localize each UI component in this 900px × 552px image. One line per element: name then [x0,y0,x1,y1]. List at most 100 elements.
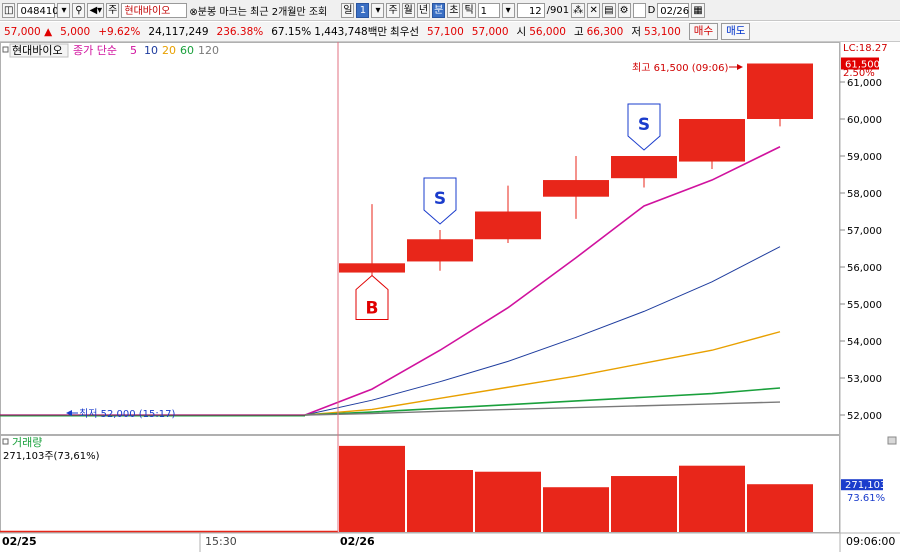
low-annotation: 최저 52,000 (15:17) [79,408,175,420]
candle-body [679,119,745,162]
notice-label: 분봉 마크는 최근 2개월만 조회 [197,6,328,18]
stock-type-icon[interactable]: 주 [106,2,120,18]
price-chart[interactable]: B S S 271,103 73.61% 52,000 53,000 54,000 55,0… [0,42,900,552]
tab-minute[interactable]: 분 [432,2,446,18]
trade-volume: 24,117,249 [148,25,209,38]
y-tick-label: 58,000 [847,189,882,200]
save-icon[interactable]: ▤ [602,2,616,18]
y-tick-label: 54,000 [847,337,882,348]
volume-bar [611,476,677,532]
y-tick-label: 52,000 [847,411,882,422]
period-value[interactable]: 1 [356,2,370,18]
tab-week[interactable]: 주 [386,2,400,18]
volume-ratio: 236.38% [216,25,264,38]
x-label-mid: 15:30 [205,535,237,548]
axis-layer: 52,000 53,000 54,000 55,000 56,000 57,000 58,0… [840,57,882,422]
count-input[interactable]: 12 [516,2,545,18]
open-label: 시 [516,26,527,38]
legend-ma20: 20 [162,44,176,57]
volume-last-pct: 73.61% [847,493,885,504]
candle-body [407,239,473,262]
candle-body [339,263,405,273]
crosshair-icon[interactable]: ✕ [587,2,601,18]
tab-month[interactable]: 월 [401,2,415,18]
sell-marker-label: S [638,115,650,135]
calendar-icon[interactable]: ▦ [691,2,705,18]
sell-marker-label: S [434,189,446,209]
y-tick-label: 61,000 [847,78,882,89]
notice-text: ⊗분봉 마크는 최근 2개월만 조회 [189,6,328,18]
candle-body [611,156,677,179]
y-tick-label: 59,000 [847,152,882,163]
volume-bar [475,471,541,532]
open-price: 56,000 [529,25,566,38]
current-price: 57,000 ▲ [4,26,52,38]
gear-icon[interactable]: ⚙ [617,2,631,18]
high-annotation: 최고 61,500 (09:06) [632,62,728,74]
legend-ma5: 5 [130,44,137,57]
candle-body [475,211,541,240]
date-checkbox-label: D [647,4,656,16]
legend-ma120: 120 [198,44,219,57]
legend-ma10: 10 [144,44,158,57]
y-tick-label: 60,000 [847,115,882,126]
high-price: 66,300 [586,25,624,38]
tab-year[interactable]: 년 [416,2,431,18]
candle-body [543,180,609,197]
period-dropdown-icon[interactable]: ▾ [371,2,385,18]
tab-second[interactable]: 초 [447,2,461,18]
interval-input[interactable]: 1 [477,2,500,18]
volume-title: 거래량 [12,436,42,449]
price-panel [0,42,840,435]
price-change-pct: +9.62% [98,25,141,38]
high-label: 고 [573,26,584,38]
volume-summary: 271,103주(73,61%) [3,451,100,462]
volume-last-label: 271,103 [845,480,886,491]
y-tick-label: 57,000 [847,226,882,237]
y-tick-label: 56,000 [847,263,882,274]
tool-icon[interactable]: ⁂ [571,2,586,18]
interval-dropdown-icon[interactable]: ▾ [501,2,515,18]
legend: 현대바이오 종가 단순 5 10 20 60 120 [2,43,219,58]
speaker-icon[interactable]: ◀▾ [87,2,105,18]
volume-bar [543,487,609,532]
date-input[interactable]: 02/26 [657,2,690,18]
count-total: /901 [546,4,570,16]
current-price-value: 57,000 [4,25,41,38]
legend-stock-name: 현대바이오 [12,44,63,57]
y-top-label: LC:18.27 [843,43,888,54]
buy-marker-label: B [366,299,379,319]
window-icon[interactable]: ◫ [2,2,16,18]
code-input[interactable]: 048410 [17,2,59,18]
stock-name-field[interactable]: 현대바이오 [121,2,188,18]
tab-tick[interactable]: 틱 [462,2,476,18]
date-checkbox[interactable] [632,2,646,18]
period-day-button[interactable]: 일 [341,2,355,18]
last-pct-label: 2.50% [843,68,875,79]
best-ask-label: 최우선 [390,26,420,38]
quote-bar: 57,000 ▲ 5,000 +9.62% 24,117,249 236.38%… [0,22,900,42]
search-icon[interactable]: ⚲ [72,2,86,18]
candle-body [747,63,813,119]
legend-ma60: 60 [180,44,194,57]
turnover: 67.15% [271,25,312,38]
low-price: 53,100 [644,25,681,38]
price-change: 5,000 [60,25,91,38]
volume-bar [339,445,405,532]
legend-ma-label: 종가 단순 [73,44,117,57]
x-label-right: 09:06:00 [846,535,895,548]
bid-price: 57,000 [471,25,509,38]
ask-price: 57,100 [427,25,464,38]
volume-bar [679,465,745,532]
trade-amount: 1,443,748백만 [314,26,388,38]
code-dropdown-icon[interactable]: ▾ [57,2,71,18]
panel-close-icon[interactable] [887,436,897,445]
y-tick-label: 53,000 [847,374,882,385]
sell-button[interactable]: 매도 [721,23,751,40]
volume-bar [407,470,473,532]
volume-bar [747,484,813,532]
low-label: 저 [631,26,642,38]
buy-button[interactable]: 매수 [688,23,719,40]
x-label-left: 02/25 [2,535,37,548]
up-arrow-icon: ▲ [44,25,53,38]
